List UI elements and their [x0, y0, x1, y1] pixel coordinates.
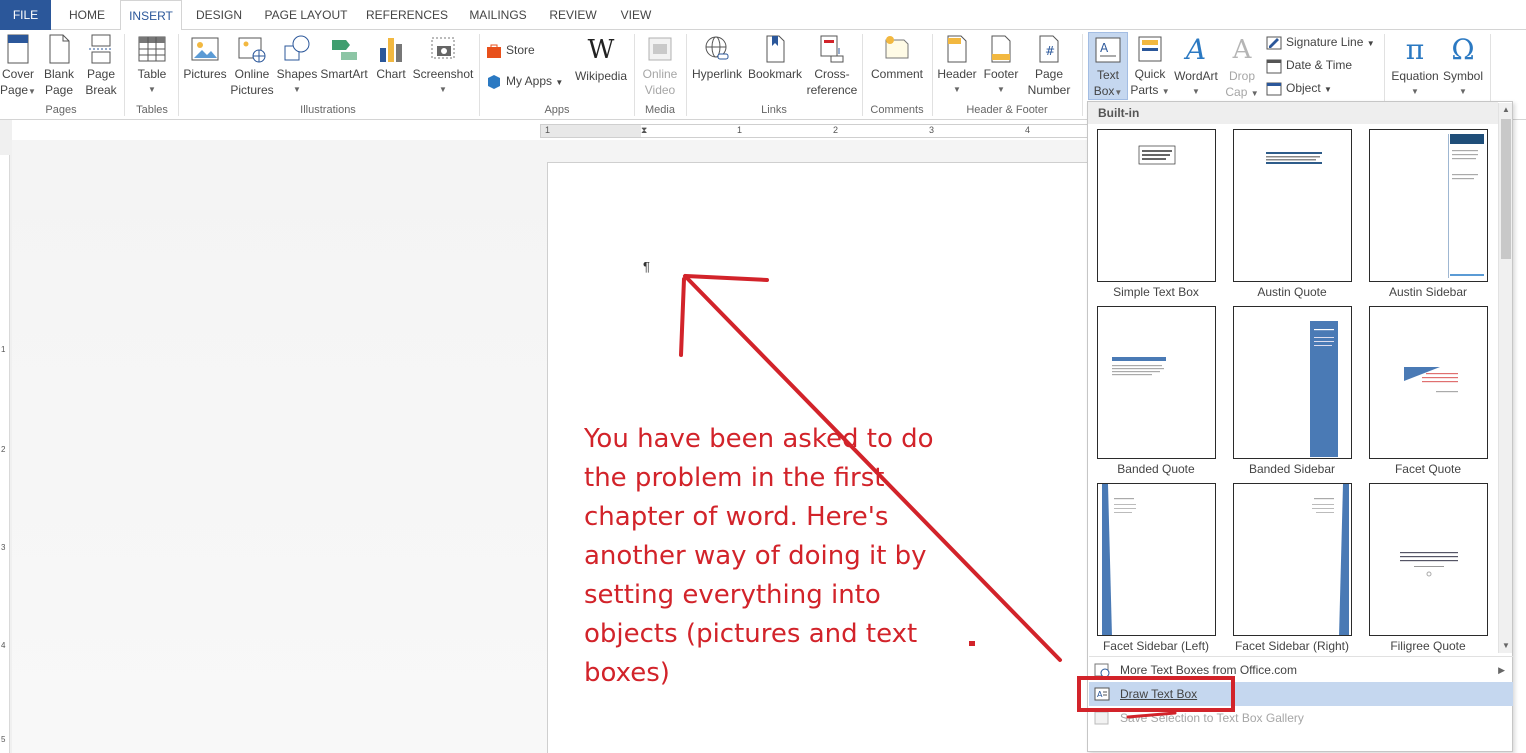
- annotation-arrow-head-side: [679, 277, 686, 357]
- red-markup-overlay: [679, 274, 1235, 719]
- annotation-highlight-box: [1077, 676, 1235, 712]
- annotation-underline: [1126, 711, 1177, 719]
- annotation-arrow-shaft: [683, 274, 1062, 662]
- annotation-dot: [969, 641, 975, 646]
- annotation-arrow-head-top: [684, 274, 769, 282]
